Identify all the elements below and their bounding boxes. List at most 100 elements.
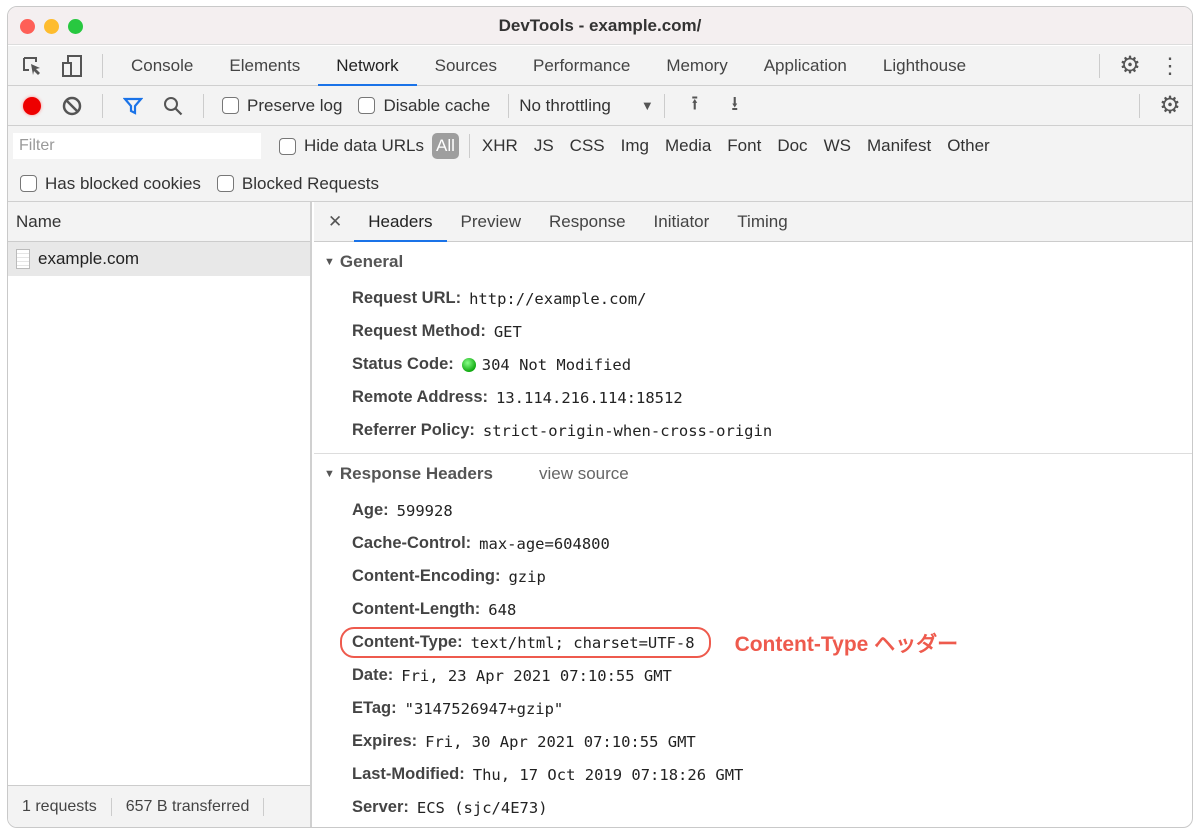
header-value: 599928 bbox=[396, 501, 453, 520]
filter-type-img[interactable]: Img bbox=[621, 136, 649, 156]
header-name: Age: bbox=[352, 501, 389, 519]
header-value: 648 bbox=[488, 600, 517, 619]
window-title: DevTools - example.com/ bbox=[498, 16, 702, 35]
tab-console[interactable]: Console bbox=[113, 46, 211, 86]
device-toolbar-icon[interactable] bbox=[58, 52, 86, 80]
tab-performance[interactable]: Performance bbox=[515, 46, 648, 86]
tab-initiator[interactable]: Initiator bbox=[640, 202, 724, 242]
zoom-window-button[interactable] bbox=[68, 19, 83, 34]
response-headers-title: Response Headers bbox=[339, 464, 493, 483]
tab-timing[interactable]: Timing bbox=[723, 202, 801, 242]
header-name: Request Method: bbox=[352, 322, 486, 340]
header-row: Expires: Fri, 30 Apr 2021 07:10:55 GMT bbox=[314, 725, 1192, 758]
header-row: Date: Fri, 23 Apr 2021 07:10:55 GMT bbox=[314, 659, 1192, 692]
filter-type-manifest[interactable]: Manifest bbox=[867, 136, 931, 156]
search-icon[interactable] bbox=[159, 92, 187, 120]
header-name: Request URL: bbox=[352, 289, 462, 307]
tab-network[interactable]: Network bbox=[318, 46, 417, 86]
document-icon bbox=[16, 249, 30, 269]
name-column-header[interactable]: Name bbox=[8, 202, 310, 242]
general-section-toggle[interactable]: ▼ General bbox=[314, 242, 1192, 282]
filter-input[interactable]: Filter bbox=[13, 133, 261, 159]
import-har-icon[interactable]: ⭱ bbox=[681, 92, 709, 120]
request-details: ✕ Headers Preview Response Initiator Tim… bbox=[314, 202, 1192, 827]
tab-lighthouse[interactable]: Lighthouse bbox=[865, 46, 984, 86]
highlight-box: Content-Type: text/html; charset=UTF-8 bbox=[340, 627, 711, 658]
close-details-icon[interactable]: ✕ bbox=[314, 212, 354, 232]
request-row[interactable]: example.com bbox=[8, 242, 310, 276]
filter-type-font[interactable]: Font bbox=[727, 136, 761, 156]
triangle-down-icon: ▼ bbox=[324, 256, 335, 268]
response-headers-section-toggle[interactable]: ▼ Response Headers view source bbox=[314, 454, 1192, 494]
header-row: Content-Type: text/html; charset=UTF-8 Con… bbox=[314, 626, 1192, 659]
tab-elements[interactable]: Elements bbox=[211, 46, 318, 86]
more-options-icon[interactable]: ⋮ bbox=[1156, 52, 1184, 80]
general-title: General bbox=[339, 252, 404, 271]
header-value: 304 Not Modified bbox=[481, 355, 632, 374]
transferred-size: 657 B transferred bbox=[112, 797, 265, 816]
devtools-window: DevTools - example.com/ Console Elements… bbox=[7, 6, 1193, 828]
filter-type-ws[interactable]: WS bbox=[824, 136, 851, 156]
filter-type-xhr[interactable]: XHR bbox=[482, 136, 518, 156]
export-har-icon[interactable]: ⭳ bbox=[721, 92, 749, 120]
header-row: Request Method: GET bbox=[314, 315, 1192, 348]
throttling-select[interactable]: No throttling ▼ bbox=[519, 96, 654, 116]
header-value: Fri, 23 Apr 2021 07:10:55 GMT bbox=[401, 666, 672, 685]
disable-cache-checkbox[interactable]: Disable cache bbox=[358, 96, 490, 116]
header-value: GET bbox=[493, 322, 522, 341]
header-value: text/html; charset=UTF-8 bbox=[470, 633, 695, 652]
detail-tabs: ✕ Headers Preview Response Initiator Tim… bbox=[314, 202, 1192, 242]
close-window-button[interactable] bbox=[20, 19, 35, 34]
hide-data-urls-label: Hide data URLs bbox=[304, 136, 425, 155]
header-value: max-age=604800 bbox=[479, 534, 610, 553]
tab-response[interactable]: Response bbox=[535, 202, 640, 242]
request-list: Name example.com 1 requests 657 B transf… bbox=[8, 202, 312, 827]
header-name: ETag: bbox=[352, 699, 397, 717]
header-name: Expires: bbox=[352, 732, 418, 750]
has-blocked-cookies-checkbox[interactable]: Has blocked cookies bbox=[20, 174, 201, 194]
status-bar: 1 requests 657 B transferred bbox=[8, 785, 310, 827]
header-value: strict-origin-when-cross-origin bbox=[482, 421, 773, 440]
minimize-window-button[interactable] bbox=[44, 19, 59, 34]
header-value: gzip bbox=[508, 567, 546, 586]
disable-cache-label: Disable cache bbox=[383, 95, 491, 115]
preserve-log-checkbox[interactable]: Preserve log bbox=[222, 96, 342, 116]
filter-type-doc[interactable]: Doc bbox=[777, 136, 807, 156]
tab-application[interactable]: Application bbox=[746, 46, 865, 86]
blocked-filter-row: Has blocked cookies Blocked Requests bbox=[8, 166, 1192, 202]
tab-memory[interactable]: Memory bbox=[648, 46, 745, 86]
filter-type-other[interactable]: Other bbox=[947, 136, 990, 156]
filter-type-js[interactable]: JS bbox=[534, 136, 554, 156]
header-name: Remote Address: bbox=[352, 388, 489, 406]
clear-icon[interactable] bbox=[58, 92, 86, 120]
filter-icon[interactable] bbox=[119, 92, 147, 120]
record-icon[interactable] bbox=[18, 92, 46, 120]
network-settings-gear-icon[interactable]: ⚙ bbox=[1156, 92, 1184, 120]
tab-sources[interactable]: Sources bbox=[417, 46, 515, 86]
title-bar: DevTools - example.com/ bbox=[8, 7, 1192, 45]
filter-type-media[interactable]: Media bbox=[665, 136, 711, 156]
header-value: 13.114.216.114:18512 bbox=[496, 388, 683, 407]
header-row: Content-Encoding: gzip bbox=[314, 560, 1192, 593]
request-name: example.com bbox=[38, 249, 140, 268]
header-name: Content-Encoding: bbox=[352, 567, 501, 585]
header-value: Thu, 17 Oct 2019 07:18:26 GMT bbox=[472, 765, 744, 784]
hide-data-urls-checkbox[interactable]: Hide data URLs bbox=[279, 136, 424, 156]
header-name: Referrer Policy: bbox=[352, 421, 475, 439]
header-row: Referrer Policy: strict-origin-when-cross… bbox=[314, 414, 1192, 447]
header-name: Last-Modified: bbox=[352, 765, 465, 783]
view-source-link[interactable]: view source bbox=[539, 464, 629, 484]
inspect-element-icon[interactable] bbox=[18, 52, 46, 80]
blocked-requests-label: Blocked Requests bbox=[241, 173, 379, 193]
settings-gear-icon[interactable]: ⚙ bbox=[1116, 52, 1144, 80]
header-row: ETag: "3147526947+gzip" bbox=[314, 692, 1192, 725]
tab-headers[interactable]: Headers bbox=[354, 202, 447, 242]
tab-preview[interactable]: Preview bbox=[447, 202, 535, 242]
filter-type-all[interactable]: All bbox=[432, 133, 459, 159]
filter-type-css[interactable]: CSS bbox=[570, 136, 605, 156]
status-ok-icon bbox=[461, 357, 476, 372]
header-name: Content-Length: bbox=[352, 600, 481, 618]
blocked-requests-checkbox[interactable]: Blocked Requests bbox=[216, 173, 379, 194]
header-row: Last-Modified: Thu, 17 Oct 2019 07:18:26 … bbox=[314, 758, 1192, 791]
network-toolbar: Preserve log Disable cache No throttling… bbox=[8, 86, 1192, 126]
